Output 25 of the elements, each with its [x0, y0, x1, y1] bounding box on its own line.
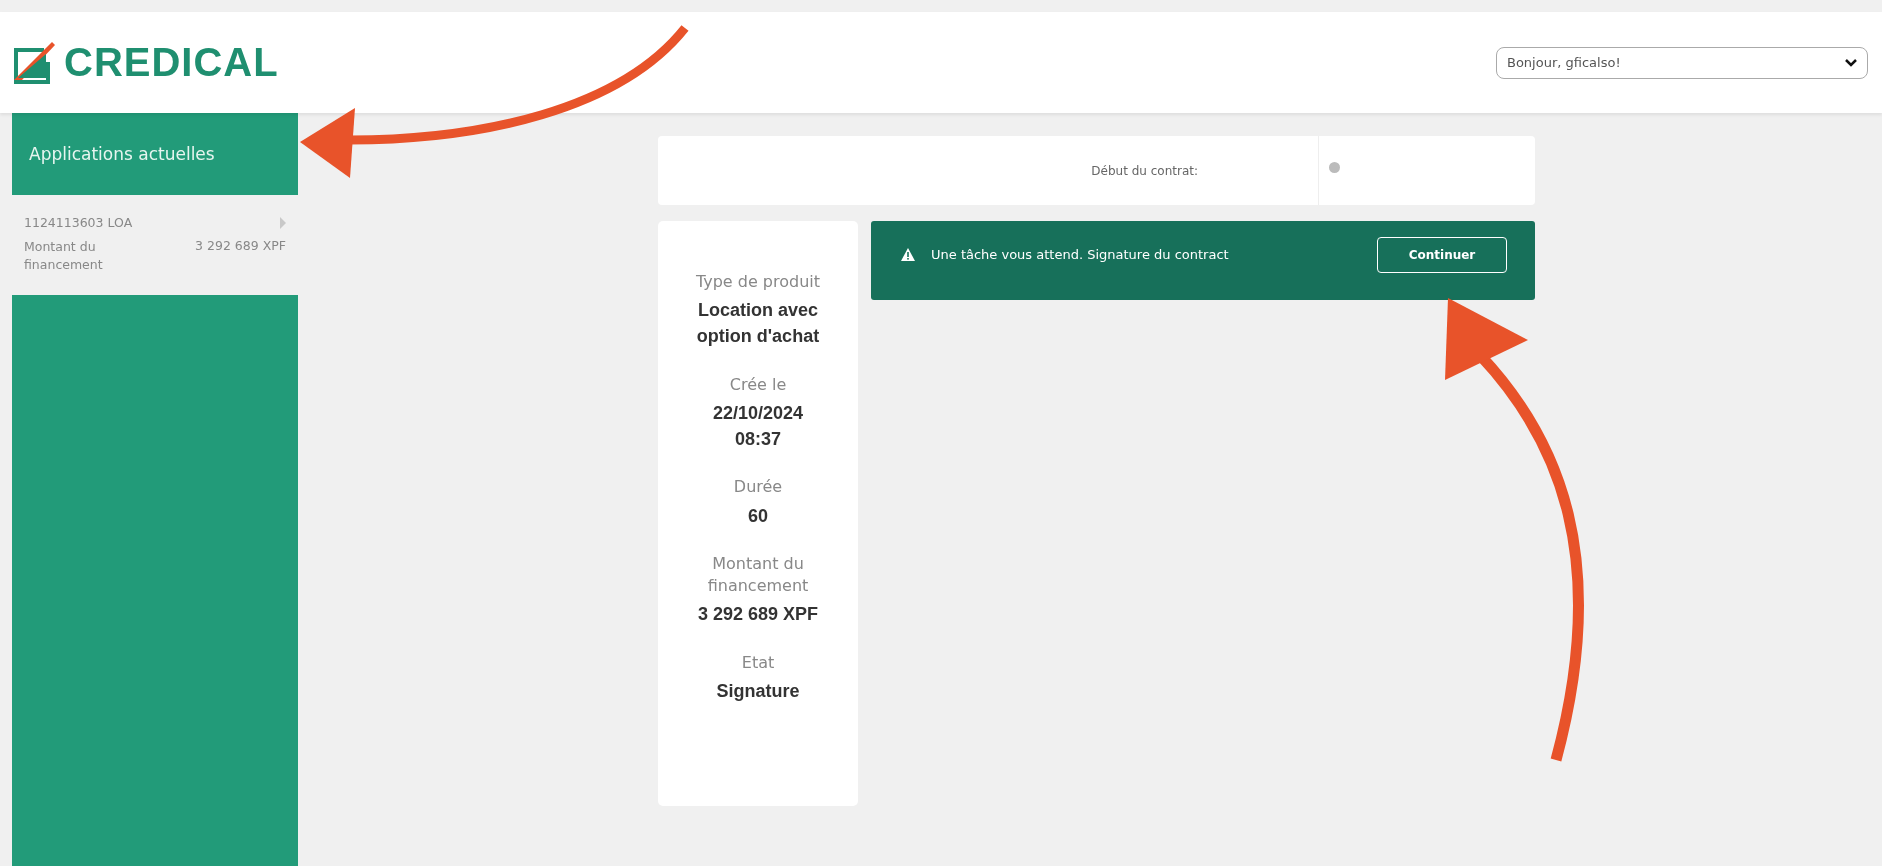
amount-value: 3 292 689 XPF — [195, 238, 286, 255]
detail-value: 3 292 689 XPF — [696, 603, 820, 627]
application-item[interactable]: 1124113603 LOA Montant du financement 3 292 689 XPF — [12, 195, 298, 295]
detail-label: Etat — [740, 651, 776, 674]
amount-label: Montant du financement — [24, 238, 104, 273]
detail-value: 60 — [747, 504, 769, 528]
task-message: Une tâche vous attend. Signature du contract — [931, 247, 1229, 262]
user-select[interactable]: Bonjour, gficalso! — [1496, 46, 1868, 79]
detail-value: Signature — [715, 679, 801, 703]
logo-text: CREDICAL — [64, 40, 279, 85]
chevron-down-icon — [1845, 58, 1857, 67]
detail-label: Crée le — [728, 373, 788, 396]
detail-value: 22/10/2024 08:37 — [711, 401, 805, 452]
detail-label: Durée — [732, 476, 784, 499]
warning-icon — [901, 248, 915, 261]
checkbox-logo-icon — [12, 39, 56, 86]
caret-right-icon — [280, 216, 286, 229]
detail-value: Location avec option d'achat — [695, 299, 821, 349]
application-reference: 1124113603 LOA — [24, 215, 133, 230]
detail-label: Montant du financement — [706, 552, 810, 598]
status-dot-icon — [1329, 162, 1340, 173]
continue-button[interactable]: Continuer — [1377, 236, 1507, 273]
detail-label: Type de produit — [694, 271, 822, 293]
contract-start-label: Début du contrat: — [1090, 163, 1199, 178]
sidebar-title: Applications actuelles — [28, 143, 216, 166]
